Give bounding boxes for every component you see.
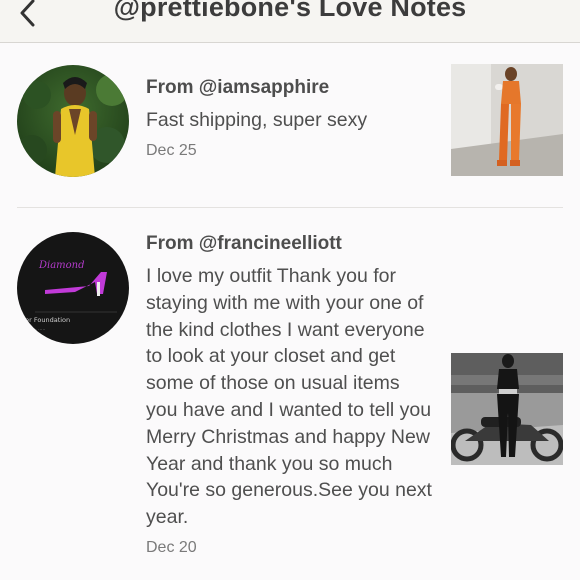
note-date: Dec 20	[146, 538, 197, 556]
note-sender[interactable]: From @francineelliott	[146, 232, 436, 256]
svg-text:....... ... .....: ....... ... .....	[21, 327, 45, 332]
listing-thumbnail[interactable]	[451, 64, 563, 176]
listing-thumbnail[interactable]	[451, 353, 563, 465]
page-title: @prettiebone's Love Notes	[113, 0, 467, 22]
svg-text:Diamond: Diamond	[38, 260, 85, 271]
note-message: I love my outfit Thank you for staying w…	[146, 265, 432, 529]
note-message: Fast shipping, super sexy	[146, 109, 368, 131]
sender-avatar[interactable]: Diamond ner Foundation ....... ... .....	[17, 232, 129, 344]
note-date: Dec 25	[146, 141, 197, 159]
note-sender[interactable]: From @iamsapphire	[146, 76, 436, 100]
header-bar: @prettiebone's Love Notes	[0, 0, 580, 43]
sender-avatar[interactable]	[17, 65, 129, 177]
svg-text:ner Foundation: ner Foundation	[21, 316, 70, 324]
divider	[17, 207, 563, 208]
